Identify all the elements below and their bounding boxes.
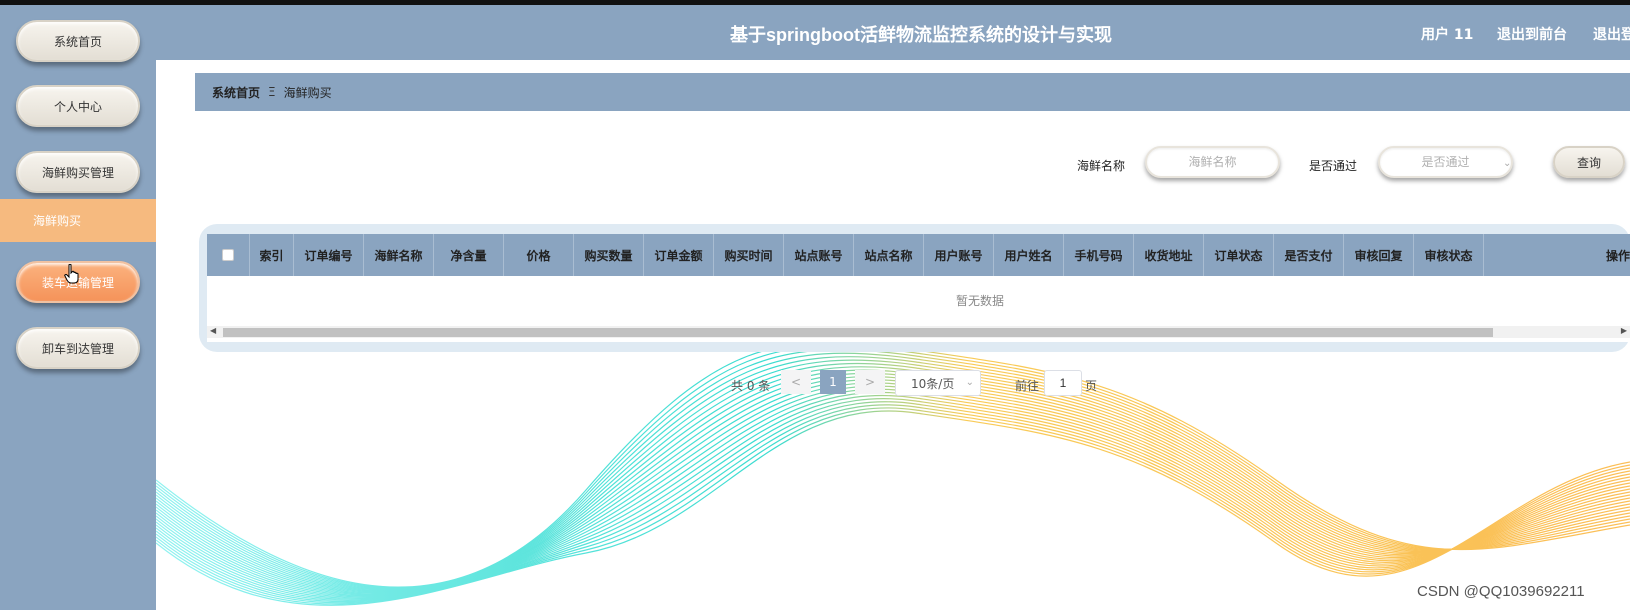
column-header-index: 索引 (250, 234, 294, 276)
column-header: 手机号码 (1064, 234, 1134, 276)
table-header: 索引 订单编号 海鲜名称 净含量 价格 购买数量 订单金额 购买时间 站点账号 站点名称 用户账号… (207, 234, 1630, 276)
column-header: 是否支付 (1274, 234, 1344, 276)
column-header: 审核回复 (1344, 234, 1414, 276)
breadcrumb-current: 海鲜购买 (283, 85, 332, 100)
column-header: 站点名称 (854, 234, 924, 276)
query-button[interactable]: 查询 (1553, 146, 1625, 178)
sidebar-item-home[interactable]: 系统首页 (16, 20, 140, 62)
select-all-checkbox[interactable] (222, 249, 234, 261)
sidebar-item-unloading-arrival-management[interactable]: 卸车到达管理 (16, 327, 140, 369)
breadcrumb-home[interactable]: 系统首页 (212, 84, 260, 101)
page-suffix-label: 页 (1085, 379, 1098, 393)
select-all-header (207, 234, 250, 276)
column-header: 订单金额 (644, 234, 714, 276)
breadcrumb: 系统首页 Ξ 海鲜购买 (195, 73, 1630, 111)
page-number-button[interactable]: 1 (820, 370, 846, 394)
column-header: 净含量 (434, 234, 504, 276)
scroll-right-icon[interactable]: ▶ (1621, 326, 1627, 335)
sidebar-subitem-seafood-purchase[interactable]: 海鲜购买 (0, 199, 156, 242)
table-container: 索引 订单编号 海鲜名称 净含量 价格 购买数量 订单金额 购买时间 站点账号 站点名称 用户账号… (199, 224, 1630, 352)
prev-page-button[interactable]: < (781, 370, 811, 394)
column-header: 订单状态 (1204, 234, 1274, 276)
pagination-total: 共 0 条 (731, 379, 771, 393)
sidebar-item-personal-center[interactable]: 个人中心 (16, 85, 140, 127)
page-size-value: 10条/页 (911, 376, 955, 391)
chevron-down-icon: ⌄ (965, 377, 974, 388)
header-bar: 基于springboot活鲜物流监控系统的设计与实现 用户 11 退出到前台 退… (156, 5, 1630, 60)
app-title: 基于springboot活鲜物流监控系统的设计与实现 (730, 25, 1112, 45)
column-header: 审核状态 (1414, 234, 1484, 276)
approved-select[interactable] (1378, 146, 1513, 178)
horizontal-scrollbar[interactable]: ◀ ▶ (207, 326, 1630, 338)
column-header: 购买时间 (714, 234, 784, 276)
exit-to-frontend-link[interactable]: 退出到前台 (1497, 24, 1567, 44)
hand-cursor-icon (64, 264, 79, 284)
column-header: 价格 (504, 234, 574, 276)
column-header: 购买数量 (574, 234, 644, 276)
data-table: 索引 订单编号 海鲜名称 净含量 价格 购买数量 订单金额 购买时间 站点账号 站点名称 用户账号… (207, 234, 1630, 342)
seafood-name-input[interactable] (1145, 146, 1280, 178)
column-header: 用户账号 (924, 234, 994, 276)
scroll-left-icon[interactable]: ◀ (210, 326, 216, 335)
next-page-button[interactable]: > (855, 370, 885, 394)
column-header: 海鲜名称 (364, 234, 434, 276)
column-header: 订单编号 (294, 234, 364, 276)
seafood-name-label: 海鲜名称 (1077, 159, 1126, 173)
scrollbar-thumb[interactable] (223, 328, 1493, 337)
approved-label: 是否通过 (1309, 159, 1358, 173)
column-header: 收货地址 (1134, 234, 1204, 276)
user-name: 用户 11 (1421, 27, 1474, 43)
column-header-operations: 操作 (1605, 248, 1630, 263)
watermark: CSDN @QQ1039692211 (1417, 583, 1585, 600)
background-waves (156, 341, 1630, 606)
empty-table-message: 暂无数据 (955, 294, 1004, 308)
logout-link[interactable]: 退出登录 (1593, 24, 1630, 44)
page-size-select[interactable]: 10条/页 ⌄ (895, 370, 981, 396)
sidebar-item-seafood-purchase-management[interactable]: 海鲜购买管理 (16, 151, 140, 193)
column-header: 用户姓名 (994, 234, 1064, 276)
column-header: 站点账号 (784, 234, 854, 276)
breadcrumb-separator-icon: Ξ (268, 85, 276, 99)
goto-label: 前往 (1015, 379, 1040, 393)
goto-page-input[interactable] (1044, 370, 1082, 396)
chevron-down-icon: ⌄ (1503, 158, 1512, 169)
